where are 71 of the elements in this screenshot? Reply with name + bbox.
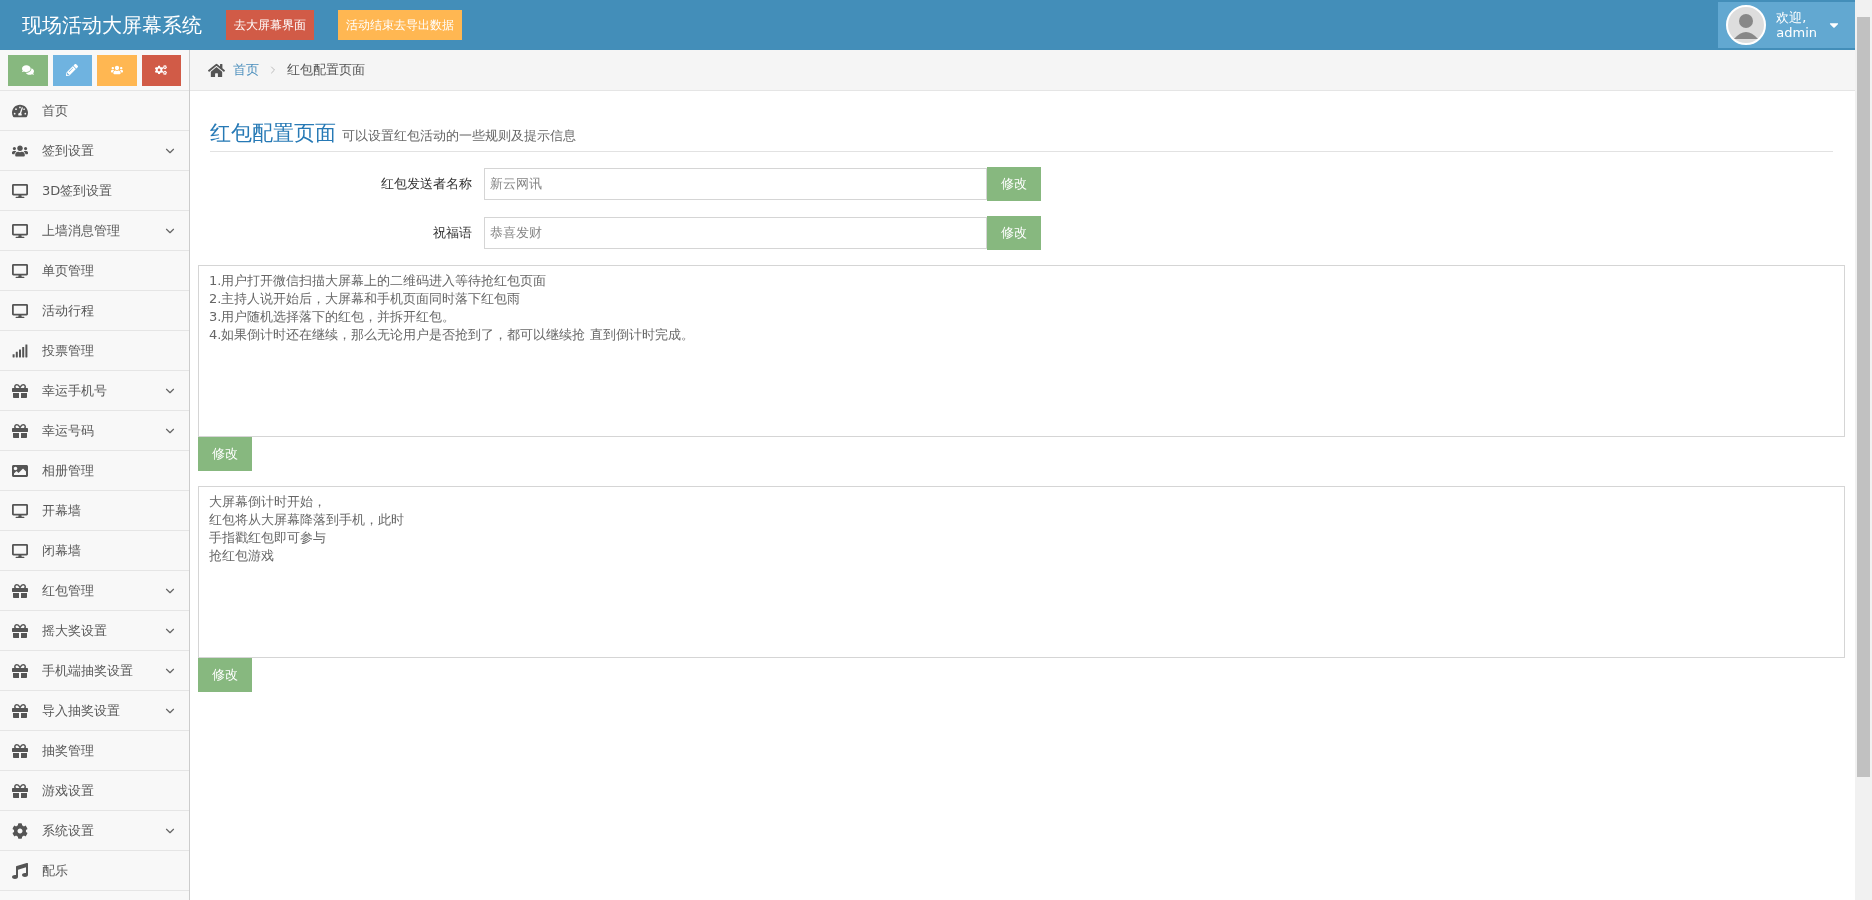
sidebar-item[interactable]: 幸运号码 <box>0 411 189 451</box>
sidebar-item[interactable]: 幸运手机号 <box>0 371 189 411</box>
text-line: 大屏幕倒计时开始， <box>209 493 326 511</box>
gift-icon <box>12 702 28 719</box>
sidebar-item[interactable]: 开幕墙 <box>0 491 189 531</box>
shortcut-button[interactable] <box>52 54 92 86</box>
gears-icon <box>155 64 168 76</box>
sidebar-item[interactable]: 游戏设置 <box>0 771 189 811</box>
signal-bars-icon <box>12 342 28 359</box>
text-line: 3.用户随机选择落下的红包，并拆开红包。 <box>209 308 456 326</box>
sidebar-item[interactable]: 导入抽奖设置 <box>0 691 189 731</box>
pencil-icon <box>66 64 79 76</box>
sidebar-item[interactable]: 上墙消息管理 <box>0 211 189 251</box>
text-line: 4.如果倒计时还在继续，那么无论用户是否抢到了，都可以继续抢 直到倒计时完成。 <box>209 326 694 344</box>
shortcut-button[interactable] <box>141 54 181 86</box>
gift-icon <box>12 382 28 399</box>
text-line: 红包将从大屏幕降落到手机，此时 <box>209 511 404 529</box>
gift-icon <box>12 742 28 759</box>
settings-icon <box>12 822 28 839</box>
header-button[interactable]: 去大屏幕界面 <box>226 10 314 40</box>
gauge-icon <box>12 102 28 119</box>
monitor-icon <box>12 262 28 279</box>
text-line: 2.主持人说开始后，大屏幕和手机页面同时落下红包雨 <box>209 290 521 308</box>
text-line: 手指戳红包即可参与 <box>209 529 326 547</box>
music-note-icon <box>12 862 28 879</box>
text-line: 1.用户打开微信扫描大屏幕上的二维码进入等待抢红包页面 <box>209 272 547 290</box>
gift-icon <box>12 782 28 799</box>
sidebar-item[interactable]: 3D签到设置 <box>0 171 189 211</box>
gift-icon <box>12 582 28 599</box>
gift-icon <box>12 662 28 679</box>
greeting-text: 欢迎, <box>1776 10 1808 25</box>
monitor-icon <box>12 182 28 199</box>
sidebar-item[interactable]: 活动行程 <box>0 291 189 331</box>
users-icon <box>110 64 123 76</box>
comments-icon <box>21 64 34 76</box>
field-label: 祝福语 <box>432 224 473 242</box>
scrollbar[interactable] <box>1855 0 1872 900</box>
text-area[interactable]: 大屏幕倒计时开始， 红包将从大屏幕降落到手机，此时 手指戳红包即可参与 抢红包游戏 <box>198 486 1845 658</box>
home-icon <box>208 61 225 79</box>
sidebar-item[interactable]: 手机端抽奖设置 <box>0 651 189 691</box>
breadcrumb-current: 红包配置页面 <box>287 61 365 79</box>
monitor-icon <box>12 542 28 559</box>
image-icon <box>12 462 28 479</box>
shortcut-button[interactable] <box>8 54 48 86</box>
monitor-icon <box>12 302 28 319</box>
page-subtitle: 可以设置红包活动的一些规则及提示信息 <box>342 127 576 145</box>
sidebar-item[interactable]: 单页管理 <box>0 251 189 291</box>
text-area[interactable]: 1.用户打开微信扫描大屏幕上的二维码进入等待抢红包页面 2.主持人说开始后，大屏幕和手机页面同时落下红包雨 3.用户随机选择落下的红包，并拆开红包。 4.如果倒计时还在继续，那么无论用户是否抢到了，都可以继续抢 直到倒计时完成。 <box>198 265 1845 437</box>
user-name: admin <box>1776 25 1817 40</box>
sidebar-item[interactable]: 摇大奖设置 <box>0 611 189 651</box>
sidebar-item[interactable]: 系统设置 <box>0 811 189 851</box>
monitor-icon <box>12 502 28 519</box>
page-title: 红包配置页面 <box>210 120 336 147</box>
shortcut-button[interactable] <box>97 54 137 86</box>
gift-icon <box>12 422 28 439</box>
sidebar-item[interactable]: 签到设置 <box>0 131 189 171</box>
sidebar-item[interactable]: 配乐 <box>0 851 189 891</box>
sidebar-item[interactable]: 投票管理 <box>0 331 189 371</box>
text-line: 抢红包游戏 <box>209 547 274 565</box>
sidebar-item[interactable]: 闭幕墙 <box>0 531 189 571</box>
avatar-icon <box>1726 5 1767 45</box>
app-title: 现场活动大屏幕系统 <box>22 11 202 39</box>
sidebar-item[interactable]: 相册管理 <box>0 451 189 491</box>
field-label: 红包发送者名称 <box>380 175 473 193</box>
gift-icon <box>12 622 28 639</box>
input-field[interactable]: 恭喜发财 <box>484 217 987 249</box>
sidebar-item[interactable]: 红包管理 <box>0 571 189 611</box>
sidebar-item[interactable]: 首页 <box>0 91 189 131</box>
input-field[interactable]: 新云网讯 <box>484 168 987 200</box>
monitor-icon <box>12 222 28 239</box>
sidebar-item[interactable]: 抽奖管理 <box>0 731 189 771</box>
